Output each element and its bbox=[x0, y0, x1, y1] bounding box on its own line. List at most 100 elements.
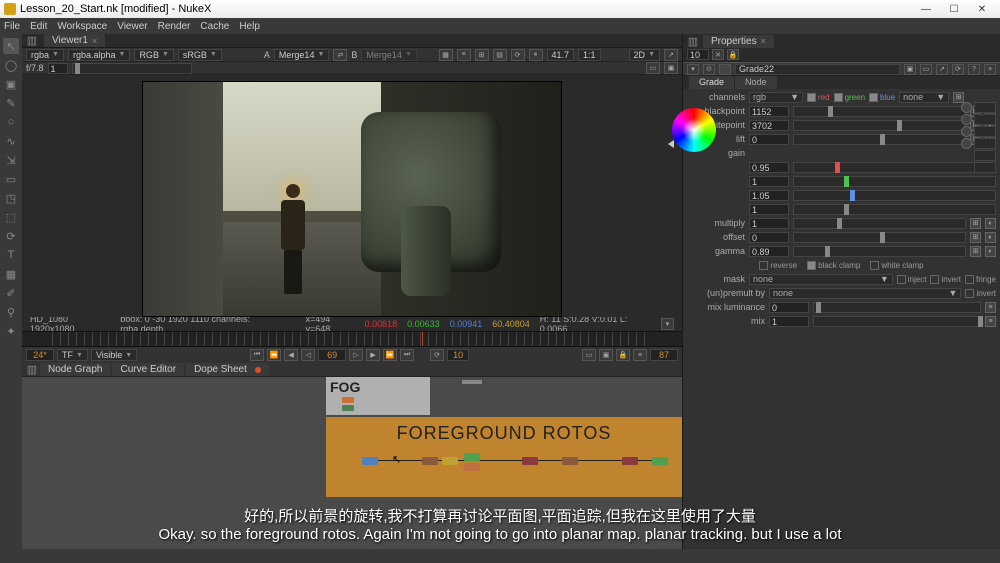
mixlum-slider[interactable] bbox=[813, 302, 981, 313]
node-graph[interactable]: FOG FOREGROUND ROTOS ↖ bbox=[22, 377, 682, 549]
link-icon[interactable] bbox=[961, 114, 972, 125]
node[interactable] bbox=[522, 457, 538, 465]
tool-circle-icon[interactable]: ○ bbox=[3, 114, 19, 130]
ab-swap-icon[interactable]: ⇄ bbox=[333, 49, 347, 61]
picker-icon[interactable]: ◐ bbox=[985, 232, 996, 243]
tool-grid-icon[interactable]: ▦ bbox=[3, 266, 19, 282]
visibility-dropdown[interactable]: Visible▼ bbox=[91, 349, 137, 361]
crop-icon[interactable]: ▣ bbox=[664, 62, 678, 74]
picker-icon[interactable]: ◐ bbox=[985, 246, 996, 257]
increment-field[interactable]: 10 bbox=[447, 349, 469, 361]
lift-slider[interactable] bbox=[793, 134, 966, 145]
v-slider[interactable] bbox=[974, 102, 996, 113]
lock-icon[interactable]: 🔒 bbox=[616, 349, 630, 361]
color-icon[interactable] bbox=[719, 64, 731, 75]
pb-icon-3[interactable]: ≡ bbox=[633, 349, 647, 361]
gain-a-input[interactable]: 1 bbox=[749, 204, 789, 215]
current-frame[interactable]: 69 bbox=[318, 349, 346, 361]
reverse-checkbox[interactable] bbox=[759, 261, 768, 270]
gain-r-slider[interactable] bbox=[793, 162, 981, 173]
b-node-dropdown[interactable]: Merge14▼ bbox=[361, 49, 416, 61]
anim-icon[interactable]: ≡ bbox=[985, 316, 996, 327]
panel-lock2-icon[interactable]: ▥ bbox=[26, 364, 38, 375]
blue-checkbox[interactable] bbox=[869, 93, 878, 102]
backdrop-fog[interactable]: FOG bbox=[326, 377, 430, 415]
node-small[interactable] bbox=[462, 380, 482, 384]
tab-curveeditor[interactable]: Curve Editor bbox=[112, 363, 184, 376]
node[interactable] bbox=[464, 463, 480, 471]
mixlum-input[interactable]: 0 bbox=[769, 302, 809, 313]
hdr-close-icon[interactable]: × bbox=[984, 64, 996, 75]
menu-workspace[interactable]: Workspace bbox=[57, 21, 107, 32]
loop-icon[interactable]: ⟳ bbox=[430, 349, 444, 361]
step-back-icon[interactable]: ◁ bbox=[301, 349, 315, 361]
fringe-checkbox[interactable] bbox=[965, 275, 974, 284]
hdr-icon-2[interactable]: ▭ bbox=[920, 64, 932, 75]
anim-icon[interactable]: ⊞ bbox=[970, 246, 981, 257]
blackpoint-input[interactable]: 1152 bbox=[749, 106, 789, 117]
hdr-icon-1[interactable]: ▣ bbox=[904, 64, 916, 75]
gamma-input[interactable]: 0.89 bbox=[749, 246, 789, 257]
collapse-icon[interactable]: ▾ bbox=[687, 64, 699, 75]
tool-reload-icon[interactable]: ⟳ bbox=[3, 228, 19, 244]
invert2-checkbox[interactable] bbox=[965, 289, 974, 298]
link-icon[interactable] bbox=[961, 102, 972, 113]
tab-nodegraph[interactable]: Node Graph bbox=[40, 363, 110, 376]
pb-icon-1[interactable]: ▭ bbox=[582, 349, 596, 361]
props-clear-icon[interactable]: ✕ bbox=[712, 49, 724, 60]
node-tiny[interactable] bbox=[342, 405, 354, 411]
color-wheel[interactable] bbox=[672, 108, 716, 152]
hdr-icon-4[interactable]: ⟳ bbox=[952, 64, 964, 75]
lift-input[interactable]: 0 bbox=[749, 134, 789, 145]
fstop-input[interactable]: 1 bbox=[48, 63, 68, 74]
close-button[interactable]: ✕ bbox=[968, 1, 996, 17]
props-lock-icon[interactable]: 🔒 bbox=[727, 49, 739, 60]
four-icon[interactable]: ⊞ bbox=[953, 92, 964, 103]
v-slider[interactable] bbox=[974, 162, 996, 173]
node-tiny[interactable] bbox=[342, 397, 354, 403]
gain-r-input[interactable]: 0.95 bbox=[749, 162, 789, 173]
a-node-dropdown[interactable]: Merge14▼ bbox=[274, 49, 329, 61]
node[interactable] bbox=[652, 457, 668, 465]
node[interactable] bbox=[442, 457, 458, 465]
viewer-tab[interactable]: Viewer1 × bbox=[44, 34, 105, 47]
bp-slider[interactable] bbox=[793, 106, 966, 117]
center-icon[interactable]: ⊙ bbox=[703, 64, 715, 75]
node-name-input[interactable] bbox=[735, 64, 900, 75]
next-key-icon[interactable]: ⏩ bbox=[383, 349, 397, 361]
link-icon[interactable] bbox=[961, 126, 972, 137]
menu-help[interactable]: Help bbox=[239, 21, 260, 32]
prev-key-icon[interactable]: ⏪ bbox=[267, 349, 281, 361]
gain-b-slider[interactable] bbox=[793, 190, 996, 201]
timeline[interactable] bbox=[22, 331, 682, 347]
picker-icon[interactable]: ◐ bbox=[985, 218, 996, 229]
node[interactable] bbox=[562, 457, 578, 465]
mask-dropdown[interactable]: none▼ bbox=[749, 274, 893, 285]
gain-b-input[interactable]: 1.05 bbox=[749, 190, 789, 201]
mult-slider[interactable] bbox=[793, 218, 966, 229]
anim-icon[interactable]: ⊞ bbox=[970, 232, 981, 243]
play-mode[interactable]: TF▼ bbox=[57, 349, 88, 361]
maximize-button[interactable]: ☐ bbox=[940, 1, 968, 17]
green-checkbox[interactable] bbox=[834, 93, 843, 102]
hdr-icon-5[interactable]: ? bbox=[968, 64, 980, 75]
whitepoint-input[interactable]: 3702 bbox=[749, 120, 789, 131]
panel-lock-icon[interactable]: ▥ bbox=[26, 35, 38, 46]
link-icon[interactable] bbox=[961, 138, 972, 149]
node[interactable] bbox=[464, 453, 480, 461]
fstop-slider[interactable] bbox=[72, 63, 192, 74]
info-expand-icon[interactable]: ▾ bbox=[661, 318, 674, 330]
red-checkbox[interactable] bbox=[807, 93, 816, 102]
channels-none-dropdown[interactable]: none▼ bbox=[899, 92, 949, 103]
tool-cube-icon[interactable]: ⬚ bbox=[3, 209, 19, 225]
tool-3d-icon[interactable]: ◳ bbox=[3, 190, 19, 206]
props-count[interactable]: 10 bbox=[687, 49, 709, 60]
channel-dropdown-3[interactable]: RGB▼ bbox=[134, 49, 173, 61]
node[interactable] bbox=[622, 457, 638, 465]
proxy-field[interactable]: 1:1 bbox=[578, 49, 601, 61]
tool-link-icon[interactable]: ⚲ bbox=[3, 304, 19, 320]
multiply-input[interactable]: 1 bbox=[749, 218, 789, 229]
vb-icon-4[interactable]: ▤ bbox=[493, 49, 507, 61]
invert-checkbox[interactable] bbox=[930, 275, 939, 284]
channel-dropdown-2[interactable]: rgba.alpha▼ bbox=[68, 49, 130, 61]
